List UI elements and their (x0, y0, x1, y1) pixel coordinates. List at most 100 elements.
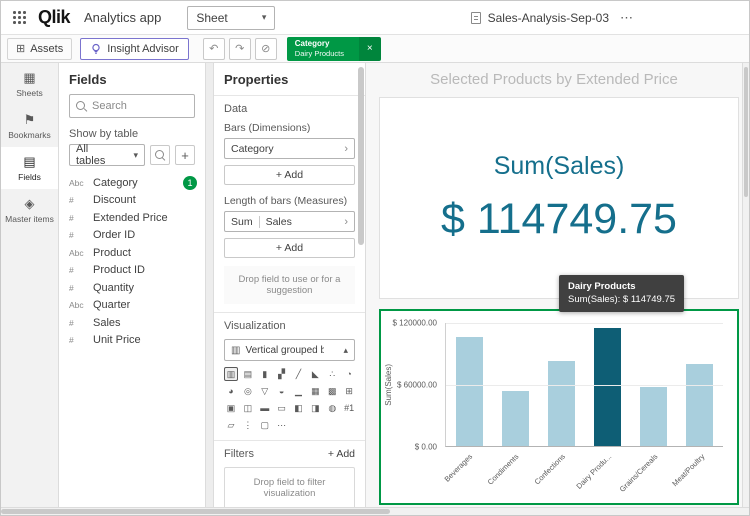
bar-meat-poultry[interactable] (686, 364, 714, 446)
waterfall-chart-icon[interactable]: ▞ (275, 367, 289, 381)
sidebar-item-label: Bookmarks (8, 130, 51, 140)
dimension-control[interactable]: Category › (224, 138, 355, 159)
bookmark-icon: ⚑ (23, 112, 36, 127)
fields-panel: Fields Show by table All tables ▾ + Abc C… (59, 63, 206, 507)
document-name[interactable]: Sales-Analysis-Sep-03 (488, 11, 609, 25)
app-launcher-grid-icon[interactable] (13, 11, 26, 24)
numeric-field-icon: # (69, 317, 74, 328)
table-icon[interactable]: ▦ (308, 384, 322, 398)
selections-back-button[interactable]: ↶ (202, 37, 225, 60)
field-item-sales[interactable]: # Sales (59, 314, 205, 332)
selection-chip-text[interactable]: Category Dairy Products (286, 36, 359, 61)
fields-search-input[interactable] (92, 100, 188, 112)
small-multiples-icon[interactable]: ⊞ (342, 384, 356, 398)
bar-dairy-produ[interactable] (594, 328, 622, 446)
measure-control[interactable]: Sum Sales › (224, 211, 355, 232)
more-charts-icon[interactable]: ⋯ (275, 418, 289, 432)
field-item-unit-price[interactable]: # Unit Price (59, 332, 205, 350)
numeric-field-icon: # (69, 195, 74, 206)
table-select[interactable]: All tables ▾ (69, 143, 145, 167)
show-by-table-label: Show by table (69, 128, 139, 140)
bar-chart-object[interactable]: Sum(Sales) $ 120000.00 $ 60000.00 $ 0.00 B… (379, 309, 739, 505)
bar-beverages[interactable] (455, 337, 483, 446)
bars-dimensions-label: Bars (Dimensions) (224, 122, 311, 134)
filters-section-label: Filters (224, 448, 254, 460)
table-search-button[interactable] (150, 145, 170, 165)
field-item-product[interactable]: Abc Product (59, 244, 205, 262)
add-dimension-button[interactable]: + Add (224, 165, 355, 185)
bar-confections[interactable] (547, 360, 575, 446)
funnel-chart-icon[interactable]: ▽ (258, 384, 272, 398)
gauge-icon[interactable]: ◒ (275, 384, 289, 398)
sidebar-item-sheets[interactable]: ▦ Sheets (1, 63, 58, 105)
text-image-icon[interactable]: ▱ (224, 418, 238, 432)
line-chart-icon[interactable]: ╱ (292, 367, 306, 381)
add-field-button[interactable]: + (175, 145, 195, 165)
assets-button[interactable]: ⊞ Assets (7, 37, 73, 60)
sparkline-icon[interactable]: ▁ (292, 384, 306, 398)
bar-condiments[interactable] (501, 390, 529, 446)
combo-chart-icon[interactable]: ◔ (342, 367, 356, 381)
kpi-icon[interactable]: #1 (342, 401, 356, 415)
bullet-chart-icon[interactable]: ▬ (258, 401, 272, 415)
field-item-extended-price[interactable]: # Extended Price (59, 209, 205, 227)
scrollbar-thumb[interactable] (358, 67, 364, 245)
horizontal-bar-chart-icon[interactable]: ▤ (241, 367, 255, 381)
selection-filter-chip[interactable]: Category Dairy Products × (286, 36, 381, 61)
button-icon[interactable]: ▢ (258, 418, 272, 432)
bar-grains-cereals[interactable] (640, 386, 668, 446)
selection-count-badge: 1 (183, 175, 197, 190)
drop-field-hint[interactable]: Drop field to use or for a suggestion (224, 266, 355, 304)
box-plot-icon[interactable]: ▭ (275, 401, 289, 415)
map-icon[interactable]: ◍ (325, 401, 339, 415)
chart-type-value: Vertical grouped bar chart (245, 344, 324, 356)
scrollbar-thumb[interactable] (744, 67, 748, 197)
remove-selection-button[interactable]: × (358, 36, 381, 61)
pivot-table-icon[interactable]: ▩ (325, 384, 339, 398)
sidebar-item-bookmarks[interactable]: ⚑ Bookmarks (1, 105, 58, 147)
selections-forward-button[interactable]: ↷ (228, 37, 251, 60)
field-item-order-id[interactable]: # Order ID (59, 227, 205, 245)
scrollbar-thumb[interactable] (1, 509, 390, 514)
chart-tooltip: Dairy Products Sum(Sales): $ 114749.75 (559, 275, 685, 312)
properties-scrollbar[interactable] (358, 65, 364, 505)
document-icon (470, 11, 481, 24)
vertical-scrollbar[interactable] (742, 63, 749, 507)
field-item-quarter[interactable]: Abc Quarter (59, 297, 205, 315)
area-chart-icon[interactable]: ◣ (308, 367, 322, 381)
mekko-chart-icon[interactable]: ◫ (241, 401, 255, 415)
filter-pane-icon[interactable]: ⋮ (241, 418, 255, 432)
sidebar-item-fields[interactable]: ▤ Fields (1, 147, 58, 189)
vertical-grouped-bar-chart-icon[interactable]: ▥ (224, 367, 238, 381)
add-filter-button[interactable]: + Add (328, 448, 355, 460)
field-name: Unit Price (93, 334, 141, 347)
fields-search[interactable] (69, 94, 195, 118)
donut-chart-icon[interactable]: ◎ (241, 384, 255, 398)
scatter-plot-icon[interactable]: ∴ (325, 367, 339, 381)
gridline (446, 384, 723, 386)
insight-advisor-button[interactable]: Insight Advisor (80, 37, 189, 60)
fields-list: Abc Category 1 # Discount # Extended Price # Ord… (59, 174, 205, 349)
stacked-bar-chart-icon[interactable]: ▮ (258, 367, 272, 381)
kpi-object[interactable]: Sum(Sales) $ 114749.75 (379, 97, 739, 299)
distribution-plot-icon[interactable]: ◧ (292, 401, 306, 415)
horizontal-scrollbar[interactable] (1, 507, 749, 515)
clear-selections-button[interactable]: ⊘ (254, 37, 277, 60)
panel-resize-gutter[interactable] (206, 63, 214, 507)
filter-drop-zone[interactable]: Drop field to filter visualization (224, 467, 355, 507)
chart-type-select[interactable]: ▥ Vertical grouped bar chart ▴ (224, 339, 355, 361)
pie-chart-icon[interactable]: ◕ (224, 384, 238, 398)
field-item-product-id[interactable]: # Product ID (59, 262, 205, 280)
selection-chip-value: Dairy Products (294, 49, 344, 58)
histogram-icon[interactable]: ◨ (308, 401, 322, 415)
sheet-selector[interactable]: Sheet ▾ (187, 5, 276, 30)
field-item-quantity[interactable]: # Quantity (59, 279, 205, 297)
chevron-down-icon: ▾ (261, 12, 267, 22)
field-item-category[interactable]: Abc Category 1 (59, 174, 205, 192)
treemap-icon[interactable]: ▣ (224, 401, 238, 415)
field-name: Sales (93, 316, 121, 329)
field-item-discount[interactable]: # Discount (59, 192, 205, 210)
more-options-icon[interactable]: ⋯ (616, 10, 637, 26)
add-measure-button[interactable]: + Add (224, 238, 355, 258)
sidebar-item-master-items[interactable]: ◈ Master items (1, 189, 58, 231)
